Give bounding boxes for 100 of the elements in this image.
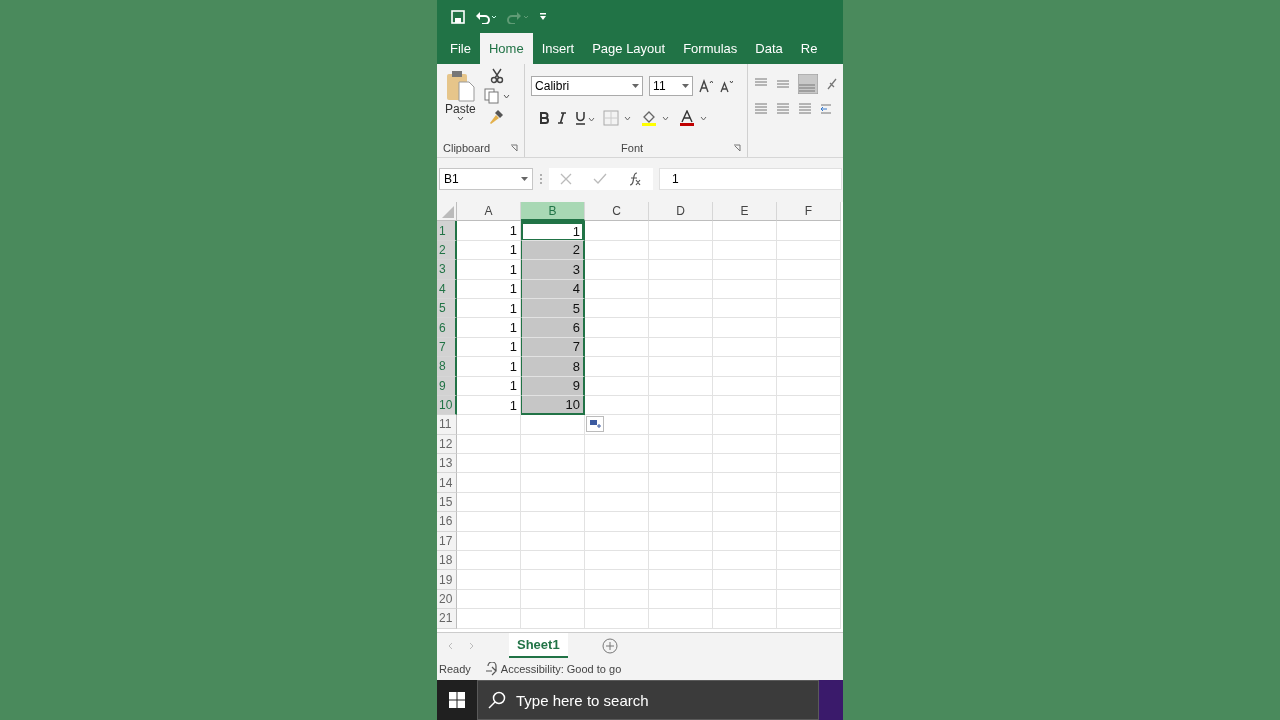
redo-icon[interactable] [507,9,529,24]
select-all-icon[interactable] [442,206,454,219]
table-cell [777,415,841,435]
ribbon-tab[interactable]: Data [746,33,792,64]
ribbon-tab[interactable]: Re [791,33,827,64]
accessibility-icon [484,662,499,676]
row-header[interactable]: 10 [437,395,457,416]
enter-icon[interactable] [593,173,607,185]
font-name-field[interactable]: Calibri [531,76,644,96]
row-header[interactable]: 17 [437,531,457,552]
table-cell [713,298,777,319]
format-painter-icon[interactable] [488,108,505,124]
table-cell [713,415,777,435]
table-cell [713,357,777,377]
underline-icon[interactable] [575,111,596,125]
formula-field[interactable]: 1 [659,168,842,190]
table-cell [649,570,713,590]
table-cell [585,240,649,261]
row-header[interactable]: 2 [437,240,457,261]
grow-font-icon[interactable] [699,79,714,93]
align-left-icon[interactable] [754,102,769,116]
search-field[interactable]: Type here to search [477,680,819,720]
table-cell [585,395,649,416]
row-header[interactable]: 4 [437,279,457,299]
row-header[interactable]: 21 [437,609,457,629]
scroll-left-icon[interactable] [447,641,453,650]
table-cell [777,279,841,299]
table-cell [713,318,777,338]
align-center-icon[interactable] [776,102,791,116]
column-header[interactable]: A [457,202,521,222]
row-header[interactable]: 9 [437,376,457,396]
decrease-indent-icon[interactable] [820,102,833,116]
table-cell [777,260,841,280]
name-box[interactable]: B1 [439,168,533,190]
table-cell [777,337,841,358]
group-label: Clipboard [443,142,491,154]
table-cell [777,376,841,396]
scroll-right-icon[interactable] [469,641,475,650]
customize-icon[interactable] [539,11,547,22]
column-header[interactable]: F [777,202,841,222]
drag-handle-icon [539,173,543,185]
table-cell [777,492,841,513]
status-text: Ready [439,663,471,675]
ribbon-tab[interactable]: Home [479,33,533,64]
paste-options-icon[interactable] [586,416,604,432]
row-header[interactable]: 15 [437,492,457,513]
ribbon-tab[interactable]: Page Layout [583,33,675,64]
row-header[interactable]: 20 [437,589,457,610]
align-middle-icon[interactable] [776,77,791,91]
table-cell [585,589,649,610]
row-header[interactable]: 7 [437,337,457,358]
row-header[interactable]: 3 [437,260,457,280]
shrink-font-icon[interactable] [719,79,734,93]
align-right-icon[interactable] [798,102,813,116]
row-header[interactable]: 18 [437,551,457,571]
accessibility-status[interactable]: Accessibility: Good to go [500,663,622,675]
table-cell [585,337,649,358]
insert-function-icon[interactable] [628,172,643,186]
table-cell [649,551,713,571]
cancel-icon[interactable] [559,173,572,185]
row-header[interactable]: 19 [437,570,457,590]
row-header[interactable]: 5 [437,298,457,319]
table-cell [521,415,585,435]
table-cell [777,318,841,338]
italic-icon[interactable] [557,112,568,124]
row-header[interactable]: 13 [437,454,457,474]
ribbon-tab[interactable]: Insert [532,33,584,64]
column-header[interactable]: E [713,202,777,222]
row-header[interactable]: 14 [437,473,457,493]
column-header[interactable]: D [649,202,713,222]
row-header[interactable]: 12 [437,434,457,455]
caret-icon [632,83,640,89]
row-header[interactable]: 16 [437,512,457,532]
table-cell [585,473,649,493]
table-cell [649,454,713,474]
add-sheet-icon[interactable] [601,637,618,654]
dialog-launcher-icon[interactable] [733,144,742,152]
bold-icon[interactable] [539,112,550,124]
windows-icon[interactable] [449,692,465,708]
row-header[interactable]: 8 [437,357,457,377]
row-header[interactable]: 6 [437,318,457,338]
cut-icon[interactable] [489,68,504,84]
row-header[interactable]: 11 [437,415,457,435]
column-header[interactable]: B [521,202,585,222]
align-bottom-icon[interactable] [798,74,819,94]
table-cell [457,415,521,435]
font-size-field[interactable]: 11 [649,76,694,96]
sheet-tab[interactable]: Sheet1 [509,633,568,658]
ribbon-tab[interactable]: File [441,33,480,64]
row-header[interactable]: 1 [437,221,457,241]
save-icon[interactable] [451,9,465,24]
ribbon-tab[interactable]: Formulas [674,33,747,64]
table-cell [585,298,649,319]
table-cell [649,337,713,358]
dialog-launcher-icon[interactable] [510,144,519,152]
table-cell: 4 [521,279,585,299]
paste-button[interactable]: Paste [443,68,478,139]
orientation-icon[interactable] [826,77,839,91]
column-header[interactable]: C [585,202,649,222]
table-cell [649,415,713,435]
